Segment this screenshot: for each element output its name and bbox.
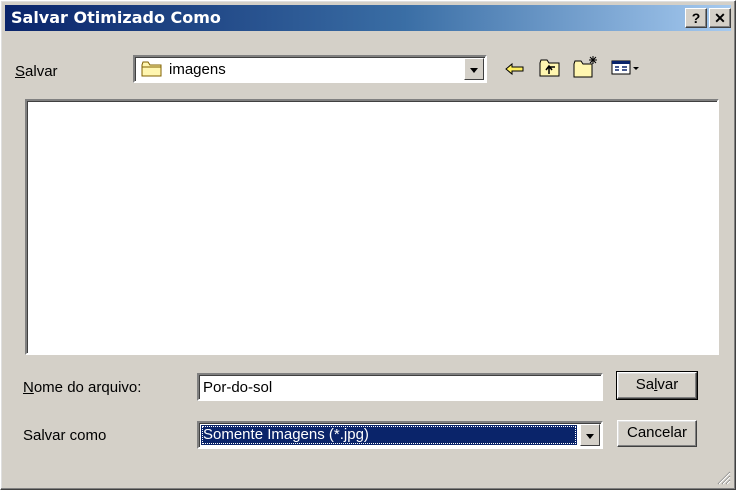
save-as-type-select[interactable]: Somente Imagens (*.jpg) xyxy=(197,421,603,449)
filename-input[interactable]: Por-do-sol xyxy=(197,373,603,401)
current-folder-name: imagens xyxy=(169,61,226,78)
save-in-combo[interactable]: imagens xyxy=(133,55,487,83)
up-folder-icon[interactable] xyxy=(539,58,561,78)
filename-value: Por-do-sol xyxy=(203,379,273,396)
folder-icon xyxy=(141,61,162,77)
window-title: Salvar Otimizado Como xyxy=(11,8,221,27)
filename-label: Nome do arquivo: xyxy=(23,379,142,396)
save-as-type-dropdown-button[interactable] xyxy=(580,424,600,446)
back-arrow-icon[interactable] xyxy=(505,61,525,77)
file-list[interactable] xyxy=(25,99,719,355)
save-dialog: Salvar Otimizado Como ? ✕ Salvar imagens… xyxy=(0,0,736,490)
new-folder-icon[interactable] xyxy=(573,55,599,79)
save-in-label: Salvar xyxy=(15,63,58,80)
close-button[interactable]: ✕ xyxy=(709,8,731,28)
save-as-type-label: Salvar como xyxy=(23,427,107,444)
view-menu-icon[interactable] xyxy=(611,59,641,77)
save-button[interactable]: Salvar xyxy=(616,371,698,400)
title-bar[interactable]: Salvar Otimizado Como ? ✕ xyxy=(5,5,731,31)
help-button[interactable]: ? xyxy=(685,8,707,28)
save-as-type-value: Somente Imagens (*.jpg) xyxy=(201,425,577,445)
cancel-button[interactable]: Cancelar xyxy=(617,420,697,447)
save-in-dropdown-button[interactable] xyxy=(464,58,484,80)
resize-grip-icon[interactable] xyxy=(717,471,731,485)
